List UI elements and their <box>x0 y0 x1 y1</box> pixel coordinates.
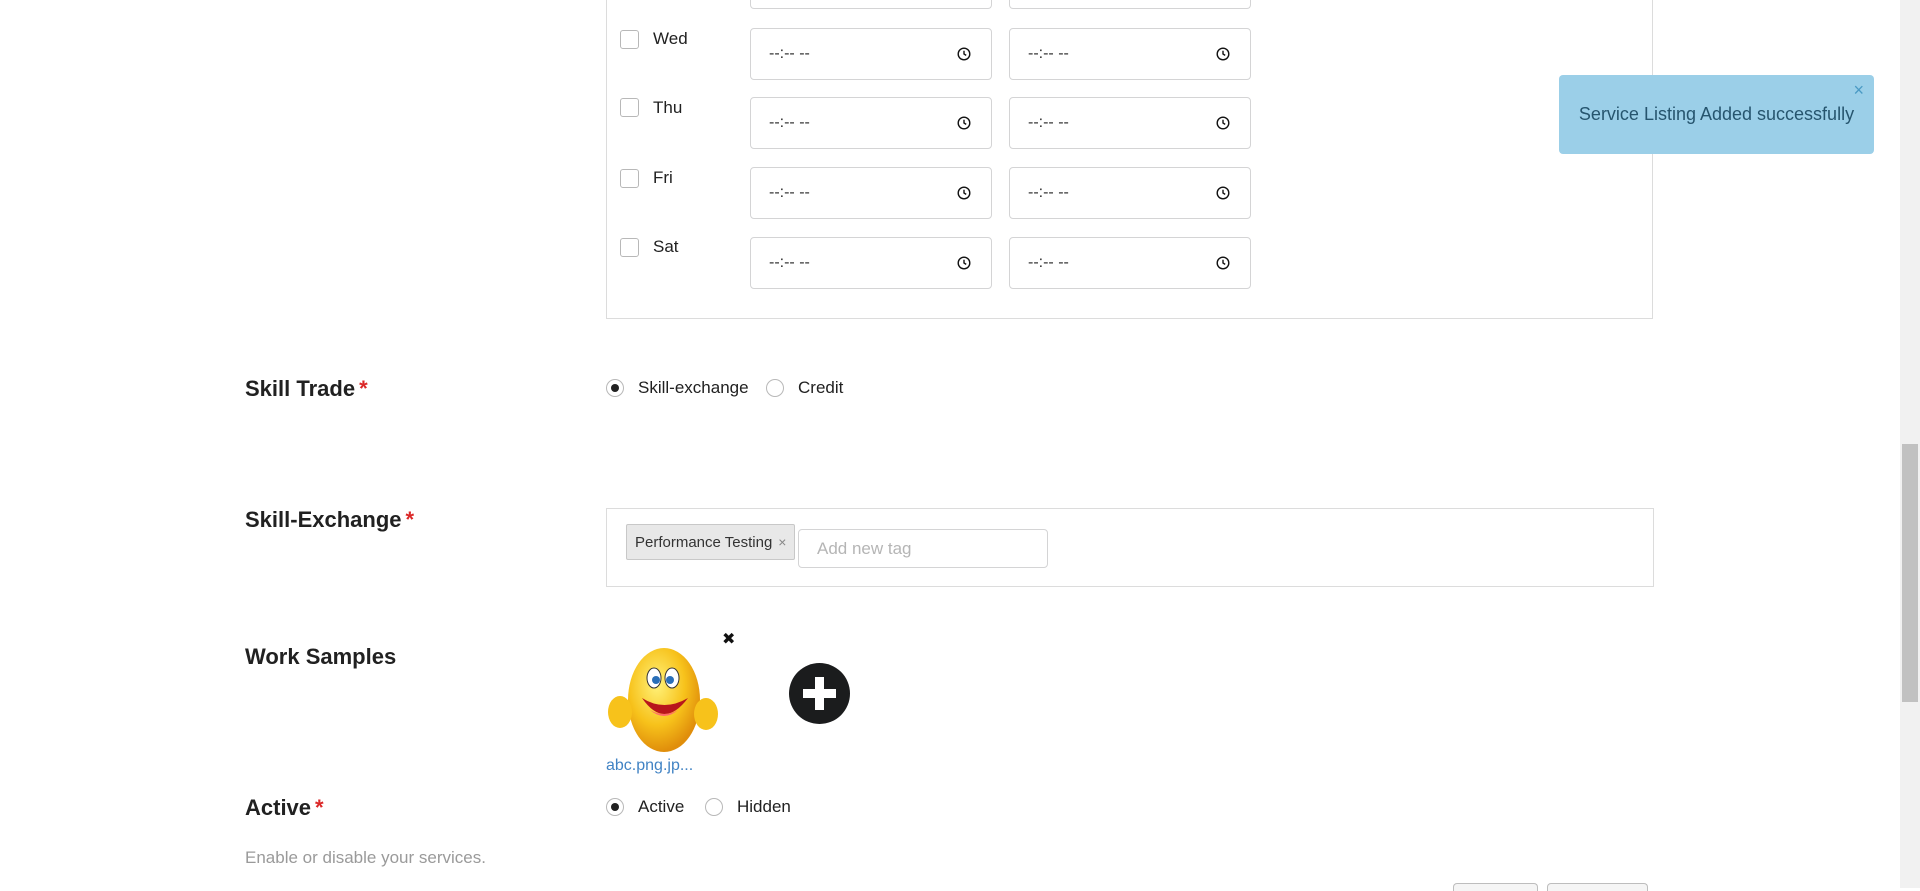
day-label-wed: Wed <box>653 29 688 48</box>
skill-trade-label-text: Skill Trade <box>245 376 356 401</box>
clock-icon[interactable] <box>957 116 971 130</box>
day-label-sat: Sat <box>653 237 679 256</box>
time-placeholder: --:-- -- <box>769 254 810 271</box>
sat-end-time-input[interactable]: --:-- -- <box>1009 237 1251 289</box>
clock-icon[interactable] <box>1216 256 1230 270</box>
toast-message: Service Listing Added successfully <box>1578 104 1855 124</box>
skill-exchange-label: Skill-Exchange * <box>245 507 414 533</box>
skill-tag-label: Performance Testing <box>635 533 773 551</box>
clock-icon[interactable] <box>957 186 971 200</box>
clock-icon[interactable] <box>1216 47 1230 61</box>
work-sample-thumbnail[interactable] <box>606 640 718 755</box>
tag-remove-icon[interactable]: × <box>778 534 786 550</box>
add-tag-placeholder: Add new tag <box>817 538 912 558</box>
required-marker: * <box>315 795 324 820</box>
fri-start-time-input[interactable]: --:-- -- <box>750 167 992 219</box>
active-label-text: Active <box>245 795 312 820</box>
work-sample-filename-link[interactable]: abc.png.jp... <box>606 757 693 775</box>
clock-icon[interactable] <box>957 47 971 61</box>
day-checkbox-fri[interactable] <box>620 169 639 188</box>
wed-end-time-input[interactable]: --:-- -- <box>1009 28 1251 80</box>
time-placeholder: --:-- -- <box>769 184 810 201</box>
add-tag-input[interactable]: Add new tag <box>798 529 1048 568</box>
day-label-thu: Thu <box>653 98 683 117</box>
skill-exchange-label-text: Skill-Exchange <box>245 507 402 532</box>
clock-icon[interactable] <box>1216 116 1230 130</box>
time-placeholder: --:-- -- <box>1028 254 1069 271</box>
skill-trade-label: Skill Trade * <box>245 376 368 402</box>
active-option-label[interactable]: Active <box>638 797 684 817</box>
time-placeholder: --:-- -- <box>1028 184 1069 201</box>
thu-start-time-input[interactable]: --:-- -- <box>750 97 992 149</box>
skill-trade-option-label[interactable]: Credit <box>798 378 843 398</box>
active-radio-active[interactable] <box>606 798 624 816</box>
time-placeholder: --:-- -- <box>769 114 810 131</box>
required-marker: * <box>359 376 368 401</box>
day-checkbox-thu[interactable] <box>620 98 639 117</box>
toast-close-icon[interactable]: × <box>1853 80 1864 101</box>
skill-trade-option-label[interactable]: Skill-exchange <box>638 378 749 398</box>
skill-trade-radio-credit[interactable] <box>766 379 784 397</box>
required-marker: * <box>405 507 415 532</box>
thu-end-time-input[interactable]: --:-- -- <box>1009 97 1251 149</box>
time-placeholder: --:-- -- <box>769 45 810 62</box>
active-radio-hidden[interactable] <box>705 798 723 816</box>
remove-sample-icon[interactable]: ✖ <box>722 629 735 649</box>
sat-start-time-input[interactable]: --:-- -- <box>750 237 992 289</box>
add-sample-plus-icon[interactable] <box>789 663 850 724</box>
wed-start-time-input[interactable]: --:-- -- <box>750 28 992 80</box>
success-toast: Service Listing Added successfully × <box>1559 75 1874 154</box>
fri-end-time-input[interactable]: --:-- -- <box>1009 167 1251 219</box>
time-placeholder: --:-- -- <box>1028 114 1069 131</box>
active-option-label[interactable]: Hidden <box>737 797 791 817</box>
save-button-edge[interactable] <box>1547 883 1648 891</box>
time-placeholder: --:-- -- <box>1028 45 1069 62</box>
skill-trade-radio-skill-exchange[interactable] <box>606 379 624 397</box>
day-checkbox-wed[interactable] <box>620 30 639 49</box>
active-label: Active * <box>245 795 324 821</box>
skill-tag: Performance Testing × <box>626 524 796 560</box>
active-hint: Enable or disable your services. <box>245 848 486 867</box>
clock-icon[interactable] <box>1216 186 1230 200</box>
clock-icon[interactable] <box>957 256 971 270</box>
cancel-button-edge[interactable] <box>1453 883 1538 891</box>
day-checkbox-sat[interactable] <box>620 238 639 257</box>
work-samples-label: Work Samples <box>245 644 397 669</box>
scrollbar-thumb[interactable] <box>1902 444 1918 702</box>
day-label-fri: Fri <box>653 168 673 187</box>
